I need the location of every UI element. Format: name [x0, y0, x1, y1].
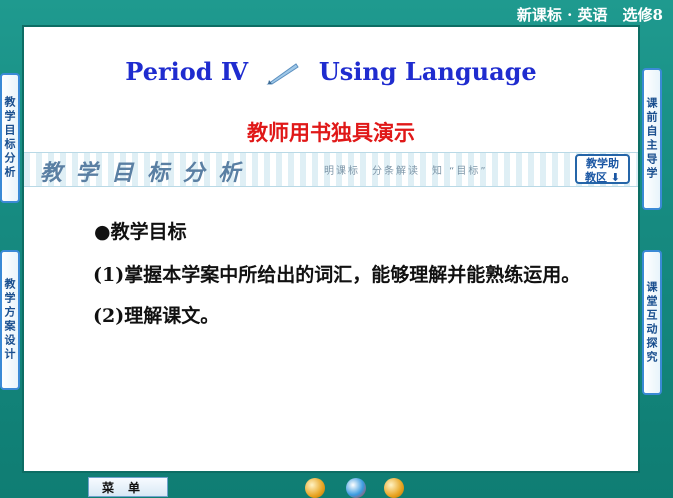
home-icon[interactable]: [346, 478, 366, 498]
section-banner: 教 学 目 标 分 析 明课标 分条解读 知 “目标” 教学助 教区 ⬇: [24, 152, 638, 187]
objectives-heading: ●教学目标: [94, 221, 187, 243]
slide-title: Period Ⅳ Using Language: [24, 57, 638, 86]
right-tab-explore[interactable]: 课堂互动探究: [642, 250, 662, 395]
left-tab-objectives[interactable]: 教学目标分析: [0, 73, 20, 203]
objective-item-2: (2)理解课文。: [93, 305, 220, 327]
slide-canvas: Period Ⅳ Using Language 教师用书独具演示 教 学 目 标…: [24, 27, 638, 471]
title-period: Period Ⅳ: [125, 57, 249, 86]
teaching-aid-label-2: 教区 ⬇: [584, 171, 621, 184]
back-icon[interactable]: [305, 478, 325, 498]
left-tab-design[interactable]: 教学方案设计: [0, 250, 20, 390]
course-header: 新课标 · 英语 选修8: [516, 6, 663, 24]
banner-hint: 明课标 分条解读 知 “目标”: [324, 166, 488, 177]
forward-icon[interactable]: [384, 478, 404, 498]
banner-title: 教 学 目 标 分 析: [40, 160, 244, 186]
menu-button[interactable]: 菜单: [88, 477, 168, 497]
objective-item-1: (1)掌握本学案中所给出的词汇，能够理解并能熟练运用。: [93, 264, 581, 286]
slide-content: ●教学目标 (1)掌握本学案中所给出的词汇，能够理解并能熟练运用。 (2)理解课…: [48, 217, 628, 328]
slide-subtitle: 教师用书独具演示: [247, 120, 415, 145]
teaching-aid-label-1: 教学助: [586, 157, 619, 170]
right-tab-preview[interactable]: 课前自主导学: [642, 68, 662, 210]
pen-icon: [266, 62, 300, 84]
title-topic: Using Language: [318, 57, 537, 86]
teaching-aid-button[interactable]: 教学助 教区 ⬇: [575, 154, 630, 184]
